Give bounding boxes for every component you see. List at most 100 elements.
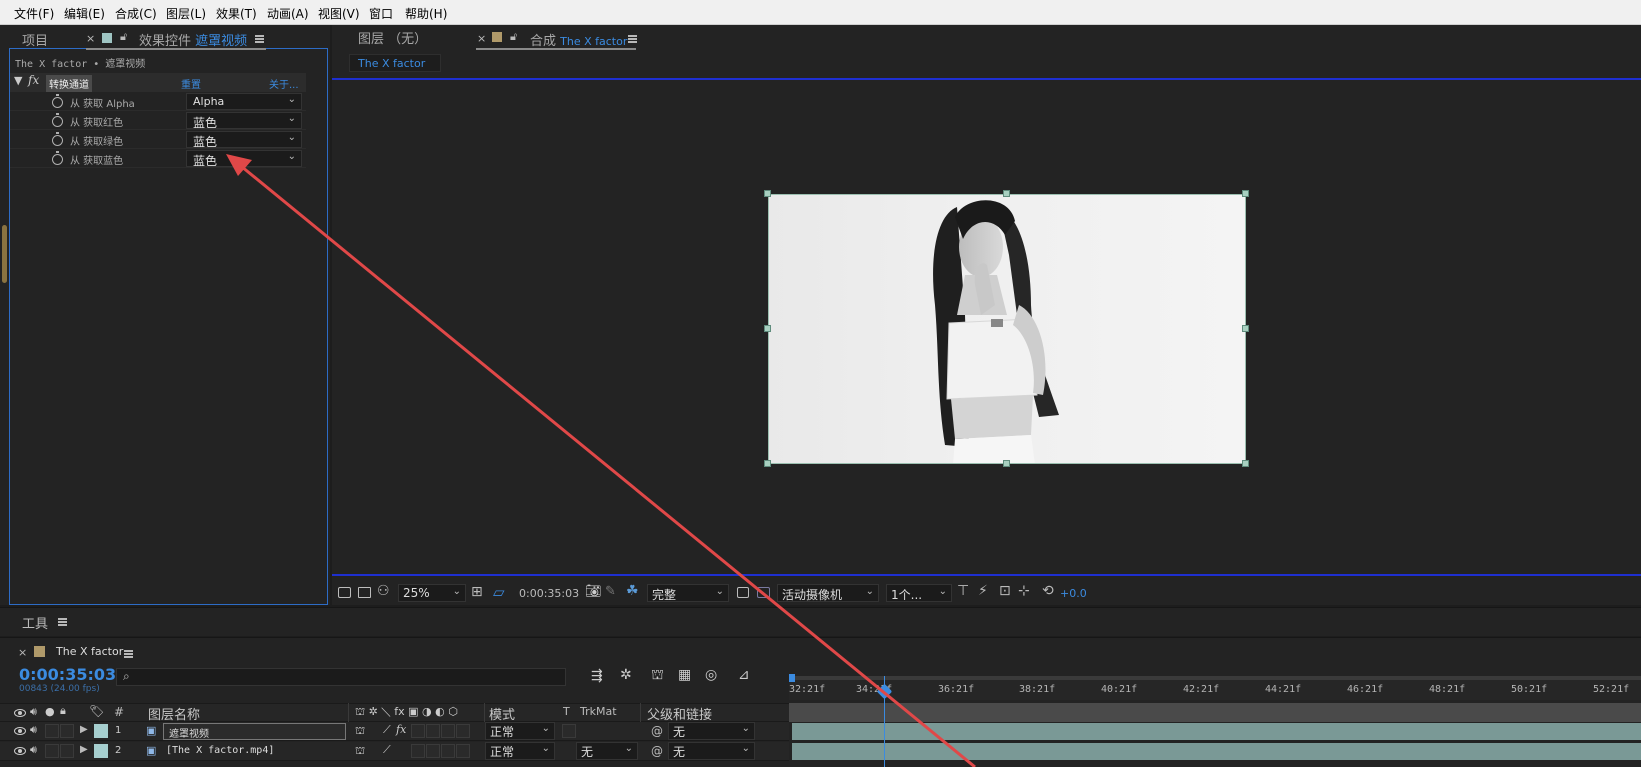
view-layout-dropdown[interactable]: 1个... ⌄ (886, 584, 952, 602)
quality-switch-icon[interactable]: ⟋ (383, 743, 391, 757)
green-source-dropdown[interactable]: 蓝色 ⌄ (186, 131, 302, 149)
transform-handle[interactable] (1242, 325, 1249, 332)
region-of-interest-icon[interactable] (737, 587, 749, 598)
motion-blur-icon[interactable]: ◎ (705, 667, 717, 683)
video-visibility-icon[interactable] (14, 709, 26, 717)
tab-timeline-comp[interactable]: The X factor (56, 645, 123, 658)
transform-handle[interactable] (764, 190, 771, 197)
parent-pickwhip-icon[interactable]: @ (651, 744, 663, 758)
snapshot-camera-icon[interactable]: 📷︎ (585, 584, 602, 599)
resolution-dropdown[interactable]: 完整 ⌄ (647, 584, 729, 602)
stopwatch-icon[interactable] (52, 151, 63, 165)
lock-toggle[interactable] (60, 744, 74, 758)
disclosure-triangle-icon[interactable]: ▼ (14, 74, 22, 87)
zoom-dropdown[interactable]: 25% ⌄ (398, 584, 466, 602)
work-area-start-handle[interactable] (789, 674, 795, 682)
transform-handle[interactable] (1242, 460, 1249, 467)
about-link[interactable]: 关于... (269, 76, 299, 91)
lock-icon[interactable]: 🔒︎ (60, 704, 66, 718)
layer-expand-triangle-icon[interactable]: ▶ (80, 744, 88, 755)
switch-box[interactable] (426, 744, 440, 758)
composition-frame[interactable] (768, 194, 1246, 464)
layer-expand-triangle-icon[interactable]: ▶ (80, 724, 88, 735)
panel-menu-icon[interactable] (255, 35, 264, 43)
col-trkmat[interactable]: TrkMat (580, 705, 617, 718)
transform-handle[interactable] (764, 325, 771, 332)
lock-icon[interactable]: 🔓︎ (510, 30, 517, 44)
reset-exposure-icon[interactable]: ⟲ (1042, 583, 1054, 599)
shy-switch-icon[interactable]: ⛫ (355, 724, 365, 739)
panel-resize-handle[interactable] (2, 225, 7, 283)
col-layer-name[interactable]: 图层名称 (148, 704, 200, 723)
tab-project[interactable]: 项目 (22, 30, 48, 49)
menu-file[interactable]: 文件(F) (14, 5, 54, 22)
preserve-transparency-toggle[interactable] (562, 724, 576, 738)
tab-layer-viewer[interactable]: 图层 （无） (358, 28, 427, 47)
layer-duration-bar[interactable] (792, 723, 1641, 740)
panel-menu-icon[interactable] (124, 650, 133, 658)
menu-effect[interactable]: 效果(T) (216, 5, 257, 22)
tab-effect-controls[interactable]: 效果控件 遮罩视频 (139, 30, 247, 49)
mask-visibility-icon[interactable]: ⚇ (377, 583, 390, 599)
close-icon[interactable]: × (477, 32, 486, 45)
transparency-grid-icon[interactable] (757, 587, 770, 598)
stopwatch-icon[interactable] (52, 113, 63, 127)
stopwatch-icon[interactable] (52, 94, 63, 108)
menu-help[interactable]: 帮助(H) (405, 5, 447, 22)
draft-3d-icon[interactable]: ✲ (620, 667, 632, 683)
solo-toggle[interactable] (45, 744, 59, 758)
transform-handle[interactable] (764, 460, 771, 467)
parent-dropdown[interactable]: 无 ⌄ (668, 742, 755, 760)
timeline-current-time[interactable]: 0:00:35:03 (19, 665, 116, 684)
comp-mini-flowchart-icon[interactable]: ⇶ (591, 668, 603, 684)
camera-dropdown[interactable]: 活动摄像机 ⌄ (777, 584, 879, 602)
layer-visibility-icon[interactable] (14, 727, 26, 735)
tab-composition[interactable]: 合成 The X factor (530, 30, 627, 49)
switch-box[interactable] (411, 724, 425, 738)
shy-switch-icon[interactable]: ⛫ (355, 744, 365, 759)
parent-pickwhip-icon[interactable]: @ (651, 724, 663, 738)
trkmat-dropdown[interactable]: 无 ⌄ (576, 742, 638, 760)
menu-edit[interactable]: 编辑(E) (64, 5, 105, 22)
lock-icon[interactable]: 🔓︎ (120, 30, 127, 44)
menu-composition[interactable]: 合成(C) (115, 5, 157, 22)
blue-source-dropdown[interactable]: 蓝色 ⌄ (186, 150, 302, 168)
panel-menu-icon[interactable] (58, 618, 67, 626)
switch-box[interactable] (426, 724, 440, 738)
quality-switch-icon[interactable]: ⟋ (383, 723, 391, 737)
layer-name-field[interactable]: 遮罩视频 (163, 723, 346, 740)
layer-label-color[interactable] (94, 744, 108, 758)
close-icon[interactable]: × (86, 32, 95, 45)
frame-blending-icon[interactable]: ▦ (678, 667, 691, 683)
solo-icon[interactable]: ● (45, 705, 55, 718)
audio-icon[interactable]: 🔊︎ (30, 705, 37, 719)
parent-dropdown[interactable]: 无 ⌄ (668, 722, 755, 740)
shy-layers-icon[interactable]: ⛫ (651, 667, 664, 685)
reset-link[interactable]: 重置 (181, 76, 201, 91)
menu-view[interactable]: 视图(V) (318, 5, 360, 22)
layer-duration-bar[interactable] (792, 743, 1641, 760)
show-snapshot-icon[interactable]: ✎ (605, 584, 616, 599)
layer-audio-icon[interactable]: 🔊︎ (30, 723, 37, 737)
layer-mode-dropdown[interactable]: 正常 ⌄ (485, 722, 555, 740)
menu-window[interactable]: 窗口 (369, 5, 393, 22)
timeline-search-input[interactable]: ⌕ (116, 668, 566, 686)
label-tag-icon[interactable]: 🏷︎ (89, 704, 104, 718)
alpha-source-dropdown[interactable]: Alpha ⌄ (186, 93, 302, 110)
effect-name[interactable]: 转换通道 (46, 75, 92, 92)
current-time-readout[interactable]: 0:00:35:03 (519, 587, 579, 600)
transform-handle[interactable] (1242, 190, 1249, 197)
layer-name[interactable]: [The X factor.mp4] (166, 745, 274, 756)
menu-animation[interactable]: 动画(A) (267, 5, 309, 22)
col-mode[interactable]: 模式 (489, 704, 515, 723)
menu-layer[interactable]: 图层(L) (166, 5, 206, 22)
flowchart-icon[interactable]: ⊹ (1018, 583, 1030, 599)
switch-box[interactable] (411, 744, 425, 758)
switch-box[interactable] (456, 744, 470, 758)
work-area-bar[interactable] (789, 676, 1641, 680)
monitor-icon[interactable] (358, 587, 371, 598)
red-source-dropdown[interactable]: 蓝色 ⌄ (186, 112, 302, 130)
switch-box[interactable] (441, 744, 455, 758)
comp-flowchart-tab[interactable]: The X factor (349, 54, 441, 72)
col-parent[interactable]: 父级和链接 (647, 704, 712, 723)
